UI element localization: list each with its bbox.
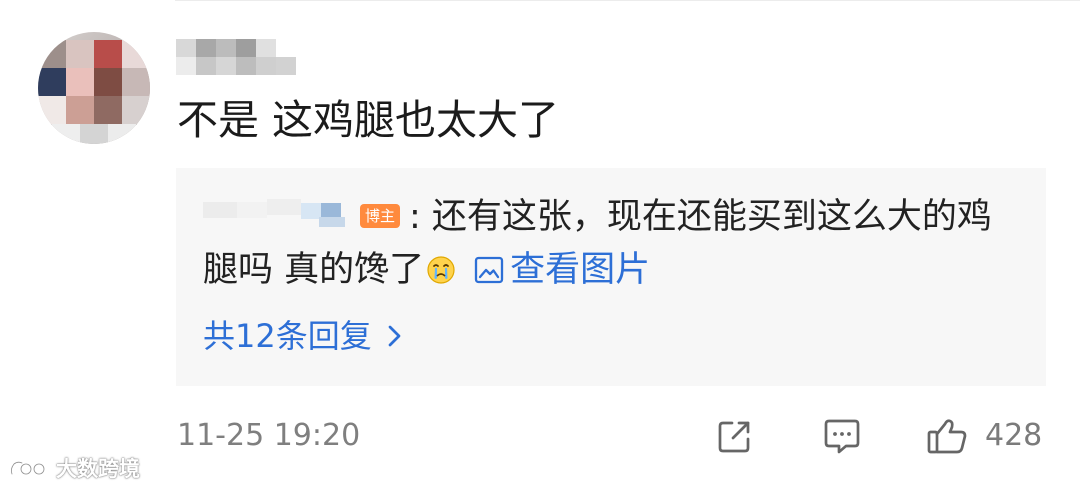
view-image-link[interactable]: 查看图片 xyxy=(472,248,650,292)
reply-username-blurred[interactable] xyxy=(203,199,349,227)
comment-icon xyxy=(824,419,860,454)
reply-username-pixel xyxy=(301,203,321,219)
reply-username-pixel xyxy=(267,199,301,215)
reply-text-line2-label: 腿吗 真的馋了 xyxy=(203,250,425,290)
username-pixel xyxy=(236,39,256,57)
reply-text-line2: 腿吗 真的馋了 查看图片 xyxy=(203,248,650,292)
more-replies-link[interactable]: 共12条回复 xyxy=(203,314,404,358)
share-button[interactable] xyxy=(715,413,755,459)
comment-timestamp: 11-25 19:20 xyxy=(177,418,361,453)
avatar-pixel xyxy=(66,68,94,96)
username-pixel xyxy=(176,57,196,75)
avatar-pixel xyxy=(80,124,108,144)
reply-username-pixel xyxy=(319,217,345,227)
share-icon xyxy=(718,421,750,453)
comment-button[interactable] xyxy=(821,413,863,459)
avatar-pixel xyxy=(38,96,66,124)
avatar-pixel xyxy=(108,124,136,144)
image-icon xyxy=(474,256,504,284)
like-button[interactable]: 428 xyxy=(925,413,1042,459)
watermark: 大数跨境 xyxy=(8,454,140,484)
username-pixel xyxy=(256,39,276,57)
avatar-pixel xyxy=(94,40,122,68)
avatar-pixel xyxy=(38,68,66,96)
reply-username-pixel xyxy=(237,202,267,218)
avatar-pixel xyxy=(38,40,66,68)
avatar-pixel xyxy=(66,40,94,68)
comment-text: 不是 这鸡腿也太大了 xyxy=(177,96,560,144)
username-pixel xyxy=(196,57,216,75)
reply-box[interactable]: 博主 : 还有这张，现在还能买到这么大的鸡 腿吗 真的馋了 查看图片 共12条回… xyxy=(176,168,1046,386)
watermark-text: 大数跨境 xyxy=(56,457,140,481)
username-pixel xyxy=(276,57,296,75)
view-image-label: 查看图片 xyxy=(510,250,651,290)
top-divider xyxy=(175,0,1080,1)
avatar-pixel xyxy=(66,96,94,124)
avatar[interactable] xyxy=(38,32,150,144)
avatar-pixel xyxy=(122,96,150,124)
brand-logo-icon xyxy=(10,461,46,476)
avatar-pixel xyxy=(122,68,150,96)
username-pixel xyxy=(196,39,216,57)
more-replies-label: 共12条回复 xyxy=(203,317,372,355)
avatar-pixel xyxy=(52,124,80,144)
avatar-pixel xyxy=(122,40,150,68)
chevron-right-icon xyxy=(388,325,401,347)
avatar-pixel xyxy=(94,68,122,96)
username-blurred[interactable] xyxy=(176,39,298,75)
username-pixel xyxy=(216,57,236,75)
reply-username-pixel xyxy=(203,202,237,218)
author-badge: 博主 xyxy=(360,204,400,228)
thumbs-up-icon xyxy=(927,419,967,454)
reply-text-line1: : 还有这张，现在还能买到这么大的鸡 xyxy=(409,197,992,237)
like-count: 428 xyxy=(985,418,1043,453)
username-pixel xyxy=(236,57,256,75)
avatar-pixel xyxy=(94,96,122,124)
username-pixel xyxy=(216,39,236,57)
cry-face-icon xyxy=(426,255,456,285)
username-pixel xyxy=(256,57,276,75)
username-pixel xyxy=(176,39,196,57)
